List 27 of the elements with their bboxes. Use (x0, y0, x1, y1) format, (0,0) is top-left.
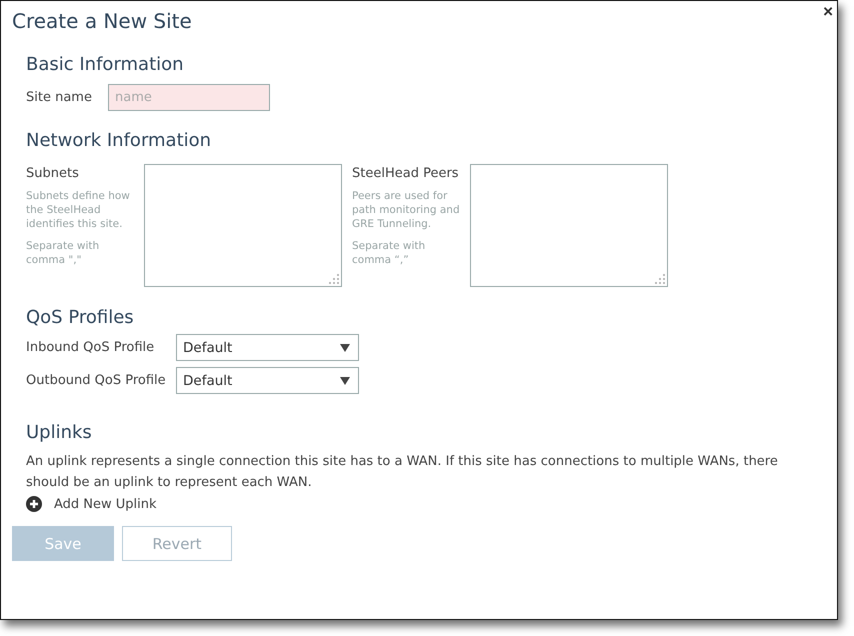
profile-dropdown[interactable]: Default (176, 367, 359, 394)
field-label: Subnets (26, 166, 80, 181)
profile-dropdown[interactable]: Default (176, 334, 359, 361)
section-heading: QoS Profiles (26, 307, 135, 328)
field-label: Site name (26, 90, 93, 105)
field-label: Inbound QoS Profile (26, 340, 156, 355)
field-label: SteelHead Peers (352, 166, 460, 181)
help-text: Separate with comma “,” (352, 239, 426, 267)
dropdown-arrow-icon (340, 344, 350, 352)
dropdown-arrow-icon (340, 376, 350, 384)
dialog-title: Create a New Site (12, 9, 192, 33)
plus-circle-icon (26, 496, 42, 512)
site-name-field[interactable]: name (108, 84, 270, 111)
uplinks-description: An uplink represents a single connection this site has to a WAN. If this site has connections to multiple WANs, there should be an uplink to represent each WAN. (26, 453, 779, 492)
help-text: Separate with comma "," (26, 239, 100, 267)
help-text: Peers are used for path monitoring and GRE Tunneling. (352, 189, 461, 231)
add-uplink-link[interactable]: Add New Uplink (26, 496, 837, 512)
close-button[interactable]: × (823, 3, 833, 21)
text-area[interactable] (144, 164, 342, 287)
resize-grip-icon[interactable] (655, 274, 665, 284)
section-heading: Basic Information (26, 54, 185, 75)
section-heading: Uplinks (26, 422, 93, 443)
field-label: Outbound QoS Profile (26, 373, 167, 388)
text-area[interactable] (470, 164, 668, 287)
resize-grip-icon[interactable] (329, 274, 339, 284)
help-text: Subnets define how the SteelHead identifies this site. (26, 189, 131, 231)
section-heading: Network Information (26, 130, 212, 151)
